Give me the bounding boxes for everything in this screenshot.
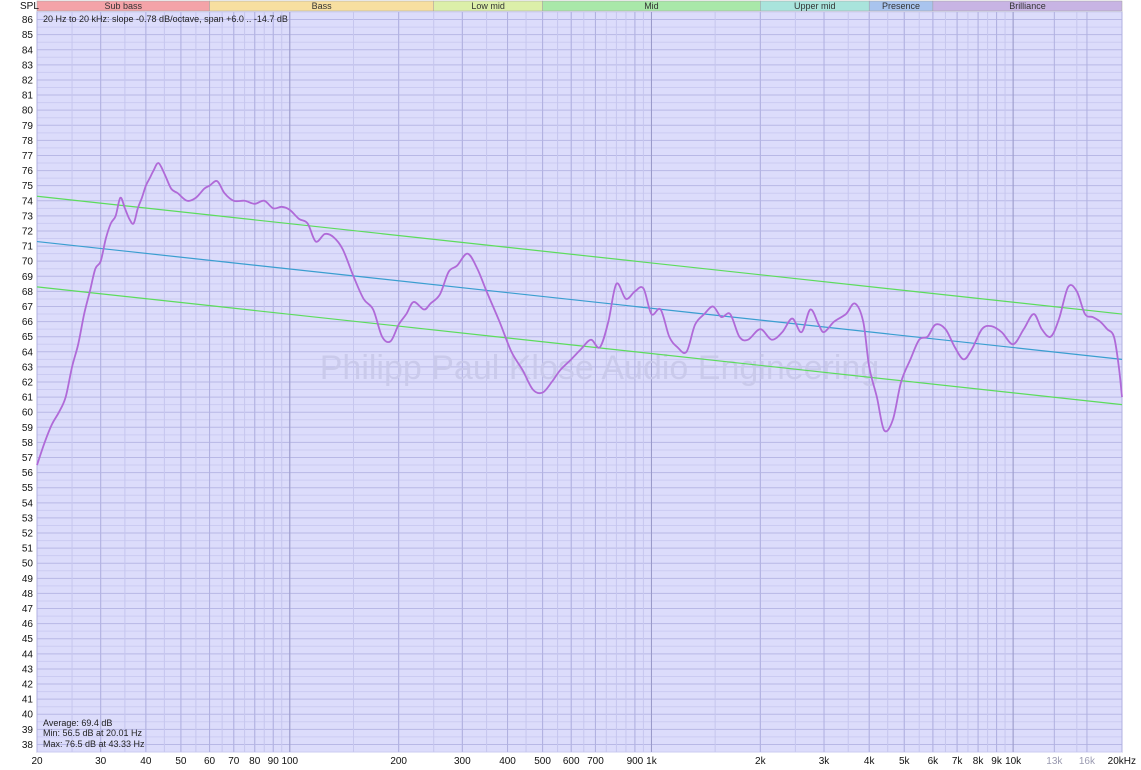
- y-tick-label: 48: [22, 589, 34, 600]
- y-tick-label: 54: [22, 498, 34, 509]
- x-axis: 20 30 40 50 60 70 80 90 100 200 300 400 500 600 700 900…: [31, 756, 1136, 767]
- y-tick-label: 58: [22, 438, 34, 449]
- y-tick-label: 66: [22, 317, 34, 328]
- y-tick-label: 72: [22, 226, 34, 237]
- y-tick-label: 65: [22, 332, 34, 343]
- x-tick-label: 200: [390, 756, 407, 767]
- band-label-3: Mid: [644, 1, 659, 11]
- y-tick-label: 55: [22, 483, 34, 494]
- y-tick-label: 42: [22, 680, 34, 691]
- y-tick-label: 49: [22, 574, 34, 585]
- y-tick-label: 75: [22, 181, 34, 192]
- x-tick-label: 1k: [646, 756, 658, 767]
- stat-min: Min: 56.5 dB at 20.01 Hz: [43, 728, 143, 738]
- y-tick-label: 69: [22, 272, 34, 283]
- y-tick-label: 45: [22, 634, 34, 645]
- x-tick-label: 30: [95, 756, 107, 767]
- frequency-response-chart: Sub bass Bass Low mid Mid Upper mid Presence B…: [20, 0, 1136, 767]
- x-tick-label: 100: [281, 756, 298, 767]
- y-tick-label: 43: [22, 664, 34, 675]
- y-tick-label: 79: [22, 121, 34, 132]
- y-tick-label: 85: [22, 30, 34, 41]
- x-tick-label: 60: [204, 756, 216, 767]
- band-label-5: Presence: [882, 1, 920, 11]
- y-tick-label: 59: [22, 423, 34, 434]
- y-tick-label: 62: [22, 378, 34, 389]
- x-tick-label: 13k: [1046, 756, 1063, 767]
- y-axis-label: SPL: [20, 1, 39, 12]
- x-tick-label: 40: [140, 756, 152, 767]
- y-tick-label: 64: [22, 347, 34, 358]
- y-tick-label: 70: [22, 257, 34, 268]
- x-tick-label: 300: [454, 756, 471, 767]
- x-tick-label: 5k: [899, 756, 911, 767]
- y-tick-label: 41: [22, 695, 34, 706]
- y-tick-label: 38: [22, 740, 34, 751]
- y-tick-label: 63: [22, 362, 34, 373]
- y-axis: 38 39 40 41 42 43 44 45 46 47 48 49 50 51 52 53 54 55 56 57…: [22, 15, 34, 751]
- band-label-4: Upper mid: [794, 1, 836, 11]
- x-tick-label: 8k: [973, 756, 985, 767]
- y-tick-label: 67: [22, 302, 34, 313]
- x-tick-label: 20: [31, 756, 43, 767]
- y-tick-label: 51: [22, 544, 34, 555]
- y-tick-label: 78: [22, 136, 34, 147]
- x-tick-label: 7k: [952, 756, 964, 767]
- x-tick-label: 4k: [864, 756, 876, 767]
- x-tick-label: 900: [627, 756, 644, 767]
- x-tick-label: 500: [534, 756, 551, 767]
- band-label-0: Sub bass: [105, 1, 143, 11]
- band-label-2: Low mid: [471, 1, 505, 11]
- y-tick-label: 83: [22, 60, 34, 71]
- y-tick-label: 73: [22, 211, 34, 222]
- info-line: 20 Hz to 20 kHz: slope -0.78 dB/octave, …: [43, 14, 288, 24]
- band-label-1: Bass: [312, 1, 333, 11]
- stat-average: Average: 69.4 dB: [43, 718, 112, 728]
- y-tick-label: 74: [22, 196, 34, 207]
- y-tick-label: 57: [22, 453, 34, 464]
- y-tick-label: 81: [22, 91, 34, 102]
- x-tick-label: 16k: [1079, 756, 1096, 767]
- y-tick-label: 39: [22, 725, 34, 736]
- y-tick-label: 76: [22, 166, 34, 177]
- x-tick-label: 400: [499, 756, 516, 767]
- y-tick-label: 44: [22, 649, 34, 660]
- y-tick-label: 50: [22, 559, 34, 570]
- y-tick-label: 77: [22, 151, 34, 162]
- watermark: Philipp Paul Klose Audio Engineering: [320, 349, 880, 387]
- y-tick-label: 86: [22, 15, 34, 26]
- x-tick-label: 3k: [819, 756, 831, 767]
- y-tick-label: 52: [22, 529, 34, 540]
- x-tick-label: 20kHz: [1108, 756, 1136, 767]
- frequency-bands: Sub bass Bass Low mid Mid Upper mid Presence B…: [36, 0, 1123, 12]
- x-tick-label: 9k: [991, 756, 1003, 767]
- stat-max: Max: 76.5 dB at 43.33 Hz: [43, 739, 145, 749]
- y-tick-label: 60: [22, 408, 34, 419]
- x-tick-label: 90: [268, 756, 280, 767]
- y-tick-label: 80: [22, 106, 34, 117]
- y-tick-label: 46: [22, 619, 34, 630]
- band-label-6: Brilliance: [1009, 1, 1046, 11]
- x-tick-label: 70: [228, 756, 240, 767]
- x-tick-label: 2k: [755, 756, 767, 767]
- x-tick-label: 10k: [1005, 756, 1022, 767]
- x-tick-label: 600: [563, 756, 580, 767]
- y-tick-label: 84: [22, 45, 34, 56]
- y-tick-label: 56: [22, 468, 34, 479]
- y-tick-label: 82: [22, 75, 34, 86]
- y-tick-label: 71: [22, 242, 34, 253]
- x-tick-label: 80: [249, 756, 261, 767]
- y-tick-label: 68: [22, 287, 34, 298]
- x-tick-label: 6k: [928, 756, 940, 767]
- y-tick-label: 53: [22, 513, 34, 524]
- y-tick-label: 47: [22, 604, 34, 615]
- x-tick-label: 50: [175, 756, 187, 767]
- x-tick-label: 700: [587, 756, 604, 767]
- y-tick-label: 40: [22, 710, 34, 721]
- y-tick-label: 61: [22, 393, 34, 404]
